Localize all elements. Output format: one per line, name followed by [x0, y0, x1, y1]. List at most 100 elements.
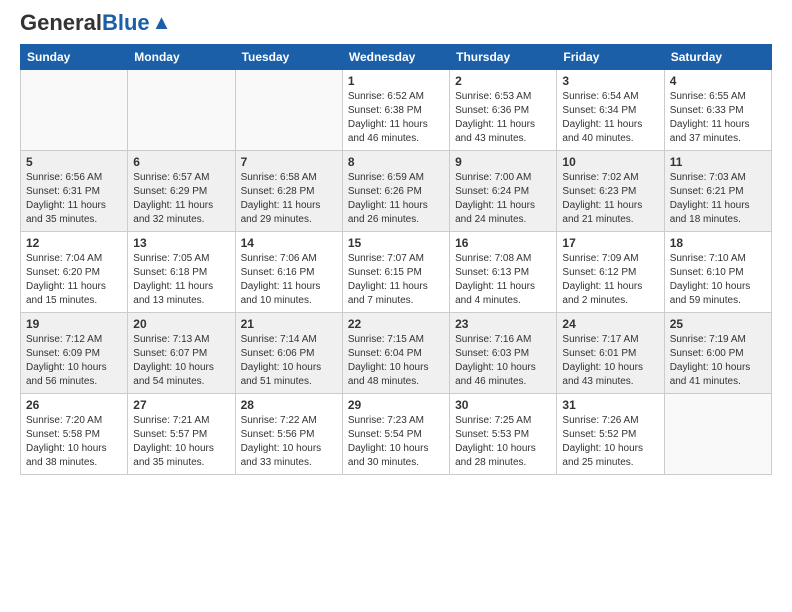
logo: GeneralBlue ▲ — [20, 10, 171, 36]
day-number: 31 — [562, 398, 658, 412]
day-info: Sunrise: 7:16 AMSunset: 6:03 PMDaylight:… — [455, 333, 551, 389]
day-number: 4 — [670, 74, 766, 88]
calendar-day-3: 3 Sunrise: 6:54 AMSunset: 6:34 PMDaylight… — [557, 70, 664, 151]
calendar-day-20: 20 Sunrise: 7:13 AMSunset: 6:07 PMDayligh… — [128, 313, 235, 394]
calendar-day-6: 6 Sunrise: 6:57 AMSunset: 6:29 PMDaylight… — [128, 151, 235, 232]
calendar-day-7: 7 Sunrise: 6:58 AMSunset: 6:28 PMDaylight… — [235, 151, 342, 232]
calendar-day-empty — [664, 394, 771, 475]
day-number: 14 — [241, 236, 337, 250]
day-info: Sunrise: 7:08 AMSunset: 6:13 PMDaylight:… — [455, 252, 551, 308]
day-info: Sunrise: 6:55 AMSunset: 6:33 PMDaylight:… — [670, 90, 766, 146]
day-info: Sunrise: 7:03 AMSunset: 6:21 PMDaylight:… — [670, 171, 766, 227]
day-number: 3 — [562, 74, 658, 88]
col-header-wednesday: Wednesday — [342, 45, 449, 70]
day-info: Sunrise: 6:53 AMSunset: 6:36 PMDaylight:… — [455, 90, 551, 146]
calendar-day-22: 22 Sunrise: 7:15 AMSunset: 6:04 PMDayligh… — [342, 313, 449, 394]
day-info: Sunrise: 6:56 AMSunset: 6:31 PMDaylight:… — [26, 171, 122, 227]
calendar-day-1: 1 Sunrise: 6:52 AMSunset: 6:38 PMDaylight… — [342, 70, 449, 151]
day-number: 13 — [133, 236, 229, 250]
logo-general: General — [20, 10, 102, 35]
day-info: Sunrise: 7:10 AMSunset: 6:10 PMDaylight:… — [670, 252, 766, 308]
day-number: 16 — [455, 236, 551, 250]
calendar-week-row: 26Sunrise: 7:20 AMSunset: 5:58 PMDayligh… — [21, 394, 772, 475]
calendar-day-8: 8Sunrise: 6:59 AMSunset: 6:26 PMDaylight… — [342, 151, 449, 232]
day-number: 5 — [26, 155, 122, 169]
day-number: 15 — [348, 236, 444, 250]
day-number: 30 — [455, 398, 551, 412]
calendar-day-29: 29 Sunrise: 7:23 AMSunset: 5:54 PMDayligh… — [342, 394, 449, 475]
col-header-monday: Monday — [128, 45, 235, 70]
calendar-day-13: 13 Sunrise: 7:05 AMSunset: 6:18 PMDayligh… — [128, 232, 235, 313]
day-number: 7 — [241, 155, 337, 169]
calendar-day-27: 27 Sunrise: 7:21 AMSunset: 5:57 PMDayligh… — [128, 394, 235, 475]
day-info: Sunrise: 7:21 AMSunset: 5:57 PMDaylight:… — [133, 414, 229, 470]
calendar-week-row: 5 Sunrise: 6:56 AMSunset: 6:31 PMDaylight… — [21, 151, 772, 232]
calendar-day-21: 21Sunrise: 7:14 AMSunset: 6:06 PMDayligh… — [235, 313, 342, 394]
calendar-week-row: 19 Sunrise: 7:12 AMSunset: 6:09 PMDayligh… — [21, 313, 772, 394]
day-number: 21 — [241, 317, 337, 331]
day-info: Sunrise: 7:22 AMSunset: 5:56 PMDaylight:… — [241, 414, 337, 470]
day-number: 18 — [670, 236, 766, 250]
calendar-day-10: 10Sunrise: 7:02 AMSunset: 6:23 PMDayligh… — [557, 151, 664, 232]
page-container: GeneralBlue ▲ SundayMondayTuesdayWednesd… — [0, 0, 792, 485]
day-number: 6 — [133, 155, 229, 169]
calendar-day-17: 17 Sunrise: 7:09 AMSunset: 6:12 PMDayligh… — [557, 232, 664, 313]
day-info: Sunrise: 7:09 AMSunset: 6:12 PMDaylight:… — [562, 252, 658, 308]
day-number: 19 — [26, 317, 122, 331]
day-info: Sunrise: 7:23 AMSunset: 5:54 PMDaylight:… — [348, 414, 444, 470]
day-number: 12 — [26, 236, 122, 250]
calendar-day-2: 2 Sunrise: 6:53 AMSunset: 6:36 PMDaylight… — [450, 70, 557, 151]
calendar-day-31: 31 Sunrise: 7:26 AMSunset: 5:52 PMDayligh… — [557, 394, 664, 475]
day-info: Sunrise: 6:58 AMSunset: 6:28 PMDaylight:… — [241, 171, 337, 227]
calendar-day-5: 5 Sunrise: 6:56 AMSunset: 6:31 PMDaylight… — [21, 151, 128, 232]
calendar-day-30: 30 Sunrise: 7:25 AMSunset: 5:53 PMDayligh… — [450, 394, 557, 475]
day-number: 28 — [241, 398, 337, 412]
day-info: Sunrise: 7:19 AMSunset: 6:00 PMDaylight:… — [670, 333, 766, 389]
logo-general-text: GeneralBlue — [20, 10, 150, 36]
day-info: Sunrise: 7:17 AMSunset: 6:01 PMDaylight:… — [562, 333, 658, 389]
day-info: Sunrise: 7:02 AMSunset: 6:23 PMDaylight:… — [562, 171, 658, 227]
day-number: 2 — [455, 74, 551, 88]
calendar-day-11: 11Sunrise: 7:03 AMSunset: 6:21 PMDayligh… — [664, 151, 771, 232]
calendar-day-empty — [21, 70, 128, 151]
calendar-day-14: 14 Sunrise: 7:06 AMSunset: 6:16 PMDayligh… — [235, 232, 342, 313]
day-number: 22 — [348, 317, 444, 331]
logo-blue: Blue — [102, 10, 150, 35]
day-number: 29 — [348, 398, 444, 412]
day-info: Sunrise: 6:52 AMSunset: 6:38 PMDaylight:… — [348, 90, 444, 146]
day-info: Sunrise: 7:05 AMSunset: 6:18 PMDaylight:… — [133, 252, 229, 308]
calendar-day-23: 23 Sunrise: 7:16 AMSunset: 6:03 PMDayligh… — [450, 313, 557, 394]
day-info: Sunrise: 7:26 AMSunset: 5:52 PMDaylight:… — [562, 414, 658, 470]
day-number: 24 — [562, 317, 658, 331]
day-number: 1 — [348, 74, 444, 88]
calendar-week-row: 1 Sunrise: 6:52 AMSunset: 6:38 PMDaylight… — [21, 70, 772, 151]
day-info: Sunrise: 7:13 AMSunset: 6:07 PMDaylight:… — [133, 333, 229, 389]
calendar-header-row: SundayMondayTuesdayWednesdayThursdayFrid… — [21, 45, 772, 70]
day-info: Sunrise: 7:06 AMSunset: 6:16 PMDaylight:… — [241, 252, 337, 308]
day-number: 23 — [455, 317, 551, 331]
calendar-week-row: 12 Sunrise: 7:04 AMSunset: 6:20 PMDayligh… — [21, 232, 772, 313]
day-info: Sunrise: 7:04 AMSunset: 6:20 PMDaylight:… — [26, 252, 122, 308]
day-info: Sunrise: 7:15 AMSunset: 6:04 PMDaylight:… — [348, 333, 444, 389]
calendar-table: SundayMondayTuesdayWednesdayThursdayFrid… — [20, 44, 772, 475]
col-header-friday: Friday — [557, 45, 664, 70]
calendar-day-15: 15 Sunrise: 7:07 AMSunset: 6:15 PMDayligh… — [342, 232, 449, 313]
day-info: Sunrise: 7:12 AMSunset: 6:09 PMDaylight:… — [26, 333, 122, 389]
calendar-day-25: 25 Sunrise: 7:19 AMSunset: 6:00 PMDayligh… — [664, 313, 771, 394]
calendar-day-16: 16 Sunrise: 7:08 AMSunset: 6:13 PMDayligh… — [450, 232, 557, 313]
day-number: 20 — [133, 317, 229, 331]
day-info: Sunrise: 7:25 AMSunset: 5:53 PMDaylight:… — [455, 414, 551, 470]
day-info: Sunrise: 7:20 AMSunset: 5:58 PMDaylight:… — [26, 414, 122, 470]
day-number: 17 — [562, 236, 658, 250]
col-header-sunday: Sunday — [21, 45, 128, 70]
day-number: 25 — [670, 317, 766, 331]
logo-icon: ▲ — [152, 12, 172, 35]
day-info: Sunrise: 6:54 AMSunset: 6:34 PMDaylight:… — [562, 90, 658, 146]
day-number: 27 — [133, 398, 229, 412]
calendar-day-19: 19 Sunrise: 7:12 AMSunset: 6:09 PMDayligh… — [21, 313, 128, 394]
calendar-day-26: 26Sunrise: 7:20 AMSunset: 5:58 PMDayligh… — [21, 394, 128, 475]
calendar-day-24: 24 Sunrise: 7:17 AMSunset: 6:01 PMDayligh… — [557, 313, 664, 394]
day-info: Sunrise: 7:07 AMSunset: 6:15 PMDaylight:… — [348, 252, 444, 308]
calendar-day-18: 18 Sunrise: 7:10 AMSunset: 6:10 PMDayligh… — [664, 232, 771, 313]
day-info: Sunrise: 6:57 AMSunset: 6:29 PMDaylight:… — [133, 171, 229, 227]
